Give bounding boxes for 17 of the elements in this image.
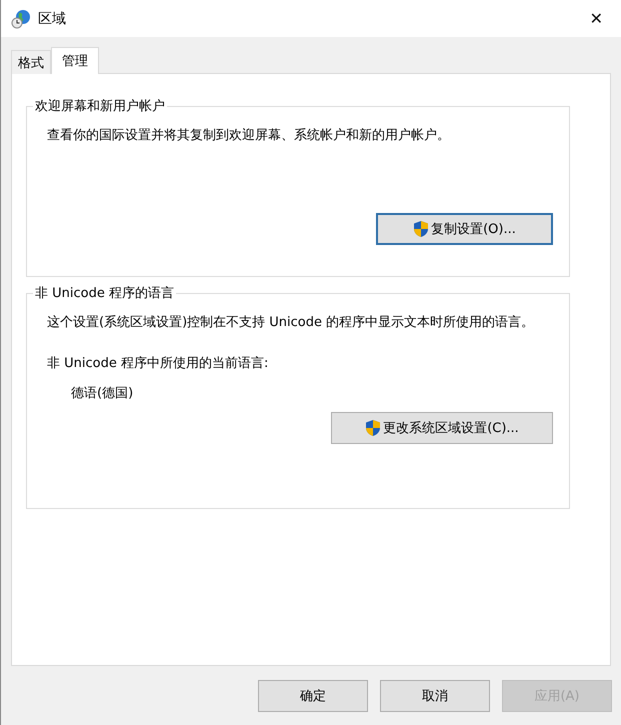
current-language-value: 德语(德国) (71, 385, 134, 402)
group-title: 欢迎屏幕和新用户帐户 (33, 97, 167, 115)
close-button[interactable]: ✕ (582, 9, 611, 28)
copy-settings-button[interactable]: 复制设置(O)... (376, 213, 553, 245)
group-title: 非 Unicode 程序的语言 (33, 284, 176, 302)
shield-icon (365, 419, 382, 437)
description-text: 这个设置(系统区域设置)控制在不支持 Unicode 的程序中显示文本时所使用的语言。 (47, 314, 536, 332)
shield-icon (413, 220, 430, 238)
tab[interactable]: 格式 (11, 50, 51, 74)
dialog-button[interactable]: 确定 (258, 680, 368, 712)
globe-clock-icon (11, 8, 31, 28)
change-locale-button[interactable]: 更改系统区域设置(C)... (331, 412, 553, 444)
dialog-button[interactable]: 取消 (380, 680, 490, 712)
tab[interactable]: 管理 (51, 47, 99, 74)
description-text: 查看你的国际设置并将其复制到欢迎屏幕、系统帐户和新的用户帐户。 (47, 127, 451, 145)
current-language-label: 非 Unicode 程序中所使用的当前语言: (47, 355, 270, 372)
window-title: 区域 (38, 10, 67, 28)
